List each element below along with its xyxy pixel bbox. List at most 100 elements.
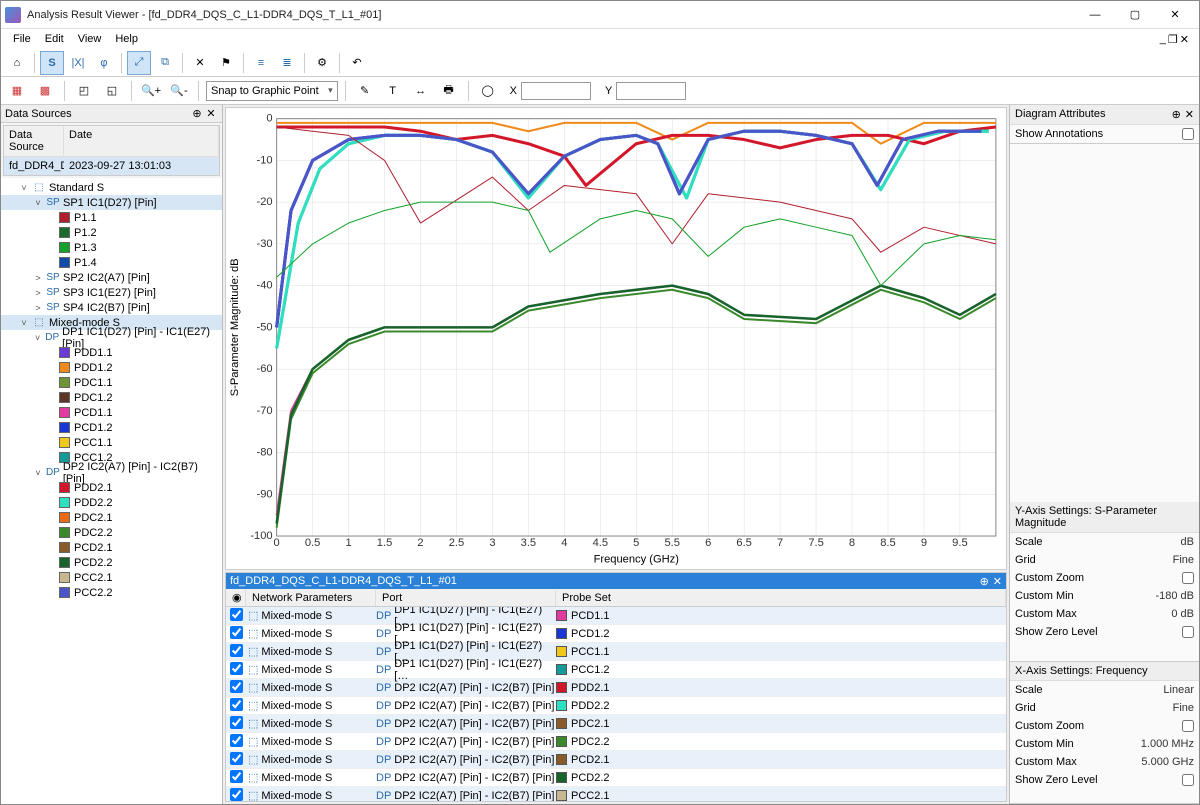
col-eye[interactable]: ◉ (226, 589, 246, 606)
show-annotations-checkbox[interactable] (1182, 128, 1194, 140)
tree-node[interactable]: PDD2.2 (1, 495, 222, 510)
tree-node[interactable]: >SPSP3 IC1(E27) [Pin] (1, 285, 222, 300)
table-row[interactable]: ⬚Mixed-mode SDPDP2 IC2(A7) [Pin] - IC2(B… (226, 787, 1006, 801)
zoom-out-button[interactable]: 🔍- (167, 79, 191, 103)
tree-node[interactable]: PDC1.2 (1, 390, 222, 405)
row-checkbox[interactable] (230, 716, 243, 729)
tree-node[interactable]: PDC2.2 (1, 525, 222, 540)
table-row[interactable]: ⬚Mixed-mode SDPDP1 IC1(D27) [Pin] - IC1(… (226, 643, 1006, 661)
table-row[interactable]: ⬚Mixed-mode SDPDP2 IC2(A7) [Pin] - IC2(B… (226, 751, 1006, 769)
data-source-row[interactable]: fd_DDR4_DQ… 2023-09-27 13:01:03 (4, 157, 219, 175)
row-checkbox[interactable] (230, 680, 243, 693)
tree-node[interactable]: PDD1.2 (1, 360, 222, 375)
menu-help[interactable]: Help (109, 31, 144, 47)
tree-node[interactable]: PCD1.2 (1, 420, 222, 435)
ruler-button[interactable]: ↔ (409, 79, 433, 103)
tree-node[interactable]: P1.4 (1, 255, 222, 270)
y-zero-level-checkbox[interactable] (1182, 626, 1194, 638)
tree-node[interactable]: ˅SPSP1 IC1(D27) [Pin] (1, 195, 222, 210)
grid-close-icon[interactable]: ✕ (993, 575, 1002, 588)
panel-close-icon[interactable]: ✕ (204, 107, 218, 120)
col-date[interactable]: Date (64, 126, 219, 156)
grid-pin-icon[interactable]: ⊕ (980, 575, 989, 588)
pin-icon[interactable]: ⊕ (190, 107, 204, 120)
x-cmin-value[interactable]: 1.000 MHz (1141, 738, 1194, 750)
y-cmax-value[interactable]: 0 dB (1171, 608, 1194, 620)
pencil-button[interactable]: ✎ (353, 79, 377, 103)
x-input[interactable] (521, 82, 591, 100)
tree-node[interactable]: PDC1.1 (1, 375, 222, 390)
tree-node[interactable]: PCD2.1 (1, 540, 222, 555)
row-checkbox[interactable] (230, 788, 243, 801)
menu-edit[interactable]: Edit (39, 31, 70, 47)
tree-node[interactable]: PCD2.2 (1, 555, 222, 570)
x-scale-value[interactable]: Linear (1163, 684, 1194, 696)
axis-y-button[interactable]: ≡ (249, 51, 273, 75)
mdi-close-icon[interactable]: ✕ (1180, 33, 1189, 46)
table-row[interactable]: ⬚Mixed-mode SDPDP1 IC1(D27) [Pin] - IC1(… (226, 607, 1006, 625)
row-checkbox[interactable] (230, 644, 243, 657)
maximize-button[interactable]: ▢ (1115, 1, 1155, 29)
row-checkbox[interactable] (230, 698, 243, 711)
table-row[interactable]: ⬚Mixed-mode SDPDP2 IC2(A7) [Pin] - IC2(B… (226, 679, 1006, 697)
tree-node[interactable]: >SPSP4 IC2(B7) [Pin] (1, 300, 222, 315)
tree-node[interactable]: PCC2.1 (1, 570, 222, 585)
row-checkbox[interactable] (230, 734, 243, 747)
s-mode-button[interactable]: S (40, 51, 64, 75)
tree-node[interactable]: PCD1.1 (1, 405, 222, 420)
tree-node[interactable]: PCC1.1 (1, 435, 222, 450)
table-row[interactable]: ⬚Mixed-mode SDPDP1 IC1(D27) [Pin] - IC1(… (226, 661, 1006, 679)
row-checkbox[interactable] (230, 608, 243, 621)
mdi-restore-icon[interactable]: ❐ (1168, 33, 1178, 46)
col-network-params[interactable]: Network Parameters (246, 590, 376, 606)
close-icon[interactable]: ✕ (1185, 108, 1194, 121)
x-custom-zoom-checkbox[interactable] (1182, 720, 1194, 732)
snap-combo[interactable]: Snap to Graphic Point (206, 81, 338, 101)
tree-node[interactable]: P1.3 (1, 240, 222, 255)
grid1-button[interactable]: ▦ (5, 79, 29, 103)
print-button[interactable]: 🖶 (437, 79, 461, 103)
tree-node[interactable]: ˅⬚Standard S (1, 180, 222, 195)
y-cmin-value[interactable]: -180 dB (1155, 590, 1194, 602)
settings-button[interactable]: ⚙ (310, 51, 334, 75)
table-row[interactable]: ⬚Mixed-mode SDPDP2 IC2(A7) [Pin] - IC2(B… (226, 769, 1006, 787)
minimize-button[interactable]: — (1075, 1, 1115, 29)
col-data-source[interactable]: Data Source (4, 126, 64, 156)
phase-mode-button[interactable]: φ (92, 51, 116, 75)
axis-x-button[interactable]: ≣ (275, 51, 299, 75)
tree-node[interactable]: P1.1 (1, 210, 222, 225)
x-grid-value[interactable]: Fine (1173, 702, 1194, 714)
table-row[interactable]: ⬚Mixed-mode SDPDP1 IC1(D27) [Pin] - IC1(… (226, 625, 1006, 643)
chart-area[interactable]: 00.511.522.533.544.555.566.577.588.599.5… (225, 107, 1007, 570)
zoom-in-button[interactable]: 🔍+ (139, 79, 163, 103)
col-port[interactable]: Port (376, 590, 556, 606)
row-checkbox[interactable] (230, 752, 243, 765)
tree-node[interactable]: ˅DPDP2 IC2(A7) [Pin] - IC2(B7) [Pin] (1, 465, 222, 480)
resize2-button[interactable]: ◱ (100, 79, 124, 103)
pin-icon[interactable]: ⊕ (1172, 108, 1181, 121)
home-button[interactable]: ⌂ (5, 51, 29, 75)
ellipse-button[interactable]: ◯ (476, 79, 500, 103)
row-checkbox[interactable] (230, 626, 243, 639)
x-zero-level-checkbox[interactable] (1182, 774, 1194, 786)
col-probe-set[interactable]: Probe Set (556, 590, 1006, 606)
y-input[interactable] (616, 82, 686, 100)
tree-node[interactable]: P1.2 (1, 225, 222, 240)
flag-button[interactable]: ⚑ (214, 51, 238, 75)
row-checkbox[interactable] (230, 662, 243, 675)
xy-mode-button[interactable]: |X| (66, 51, 90, 75)
zoom-region-button[interactable]: ⤢ (127, 51, 151, 75)
resize1-button[interactable]: ◰ (72, 79, 96, 103)
text-button[interactable]: T (381, 79, 405, 103)
tree-node[interactable]: PDC2.1 (1, 510, 222, 525)
y-grid-value[interactable]: Fine (1173, 554, 1194, 566)
close-button[interactable]: ✕ (1155, 1, 1195, 29)
tree-node[interactable]: PCC2.2 (1, 585, 222, 600)
y-scale-value[interactable]: dB (1181, 536, 1194, 548)
marker-x-button[interactable]: ✕ (188, 51, 212, 75)
tree-node[interactable]: ˅DPDP1 IC1(D27) [Pin] - IC1(E27) [Pin] (1, 330, 222, 345)
menu-file[interactable]: File (7, 31, 37, 47)
y-custom-zoom-checkbox[interactable] (1182, 572, 1194, 584)
group-button[interactable]: ⧉ (153, 51, 177, 75)
table-row[interactable]: ⬚Mixed-mode SDPDP2 IC2(A7) [Pin] - IC2(B… (226, 733, 1006, 751)
